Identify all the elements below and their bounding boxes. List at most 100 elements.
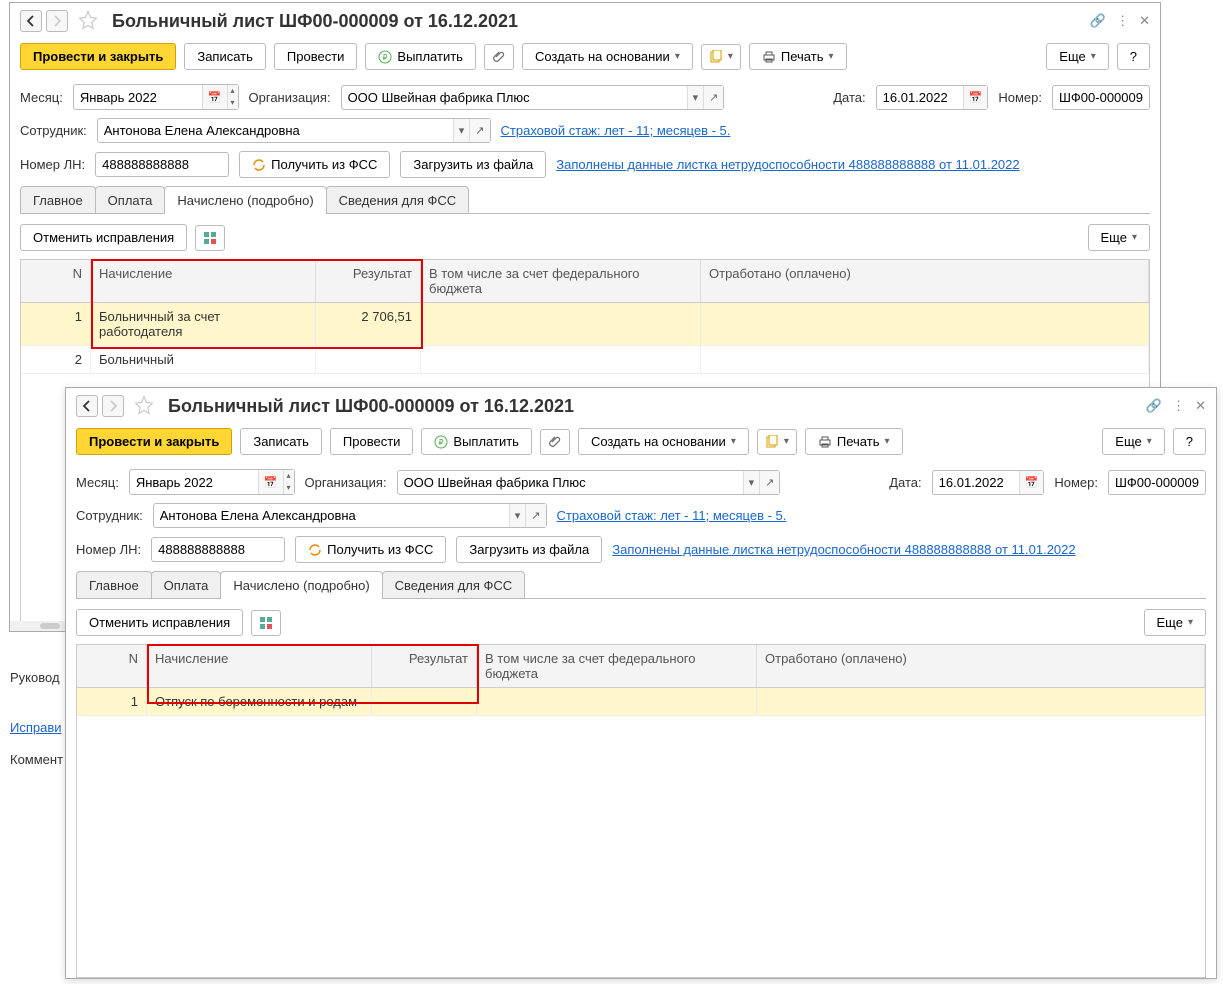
grid-settings-button[interactable] (251, 610, 281, 636)
col-federal[interactable]: В том числе за счет федерального бюджета (421, 260, 701, 302)
tab-main[interactable]: Главное (76, 571, 152, 599)
table-row[interactable]: 1 Больничный за счет работодателя 2 706,… (21, 303, 1149, 346)
get-fss-button[interactable]: Получить из ФСС (239, 151, 390, 178)
submit-button[interactable]: Провести (330, 428, 414, 455)
back-button[interactable] (76, 395, 98, 417)
employee-label: Сотрудник: (20, 123, 87, 138)
create-based-button[interactable]: Создать на основании (578, 428, 749, 455)
col-n[interactable]: N (77, 645, 147, 687)
org-open-button[interactable]: ↗ (703, 86, 723, 109)
tab-payment[interactable]: Оплата (151, 571, 222, 599)
org-input[interactable] (342, 86, 687, 109)
pay-button[interactable]: ₽Выплатить (421, 428, 532, 455)
month-down-button[interactable]: ▾ (227, 97, 238, 109)
save-button[interactable]: Записать (240, 428, 322, 455)
favorite-icon[interactable] (134, 395, 154, 418)
favorite-icon[interactable] (78, 10, 98, 33)
link-icon[interactable]: 🔗 (1090, 13, 1106, 29)
attach-button[interactable] (540, 429, 570, 455)
employee-open-button[interactable]: ↗ (469, 119, 489, 142)
month-input[interactable] (130, 470, 258, 494)
tab-fss[interactable]: Сведения для ФСС (382, 571, 525, 599)
get-fss-button[interactable]: Получить из ФСС (295, 536, 446, 563)
employee-dropdown-button[interactable]: ▾ (509, 504, 526, 527)
month-up-button[interactable]: ▴ (283, 470, 294, 482)
attach-button[interactable] (484, 44, 514, 70)
ln-input[interactable] (96, 153, 228, 176)
more-button[interactable]: Еще (1102, 428, 1164, 455)
grid-more-button[interactable]: Еще (1144, 609, 1206, 636)
date-calendar-button[interactable]: 📅 (963, 86, 988, 109)
help-button[interactable]: ? (1117, 43, 1150, 70)
month-calendar-button[interactable]: 📅 (202, 85, 227, 109)
month-down-button[interactable]: ▾ (283, 482, 294, 494)
employee-input[interactable] (154, 504, 509, 527)
date-input[interactable] (877, 86, 963, 109)
table-row[interactable]: 1 Отпуск по беременности и родам (77, 688, 1205, 716)
doc-action-button[interactable] (757, 429, 797, 455)
create-based-button[interactable]: Создать на основании (522, 43, 693, 70)
col-accrual[interactable]: Начисление (91, 260, 316, 302)
filled-link[interactable]: Заполнены данные листка нетрудоспособнос… (556, 157, 1019, 172)
print-button[interactable]: Печать (749, 43, 847, 70)
org-open-button[interactable]: ↗ (759, 471, 779, 494)
col-federal[interactable]: В том числе за счет федерального бюджета (477, 645, 757, 687)
menu-icon[interactable]: ⋮ (1172, 398, 1185, 414)
employee-dropdown-button[interactable]: ▾ (453, 119, 470, 142)
titlebar: Больничный лист ШФ00-000009 от 16.12.202… (10, 3, 1160, 39)
forward-button[interactable] (102, 395, 124, 417)
date-input[interactable] (933, 471, 1019, 494)
back-button[interactable] (20, 10, 42, 32)
grid-more-button[interactable]: Еще (1088, 224, 1150, 251)
doc-action-button[interactable] (701, 44, 741, 70)
pay-button[interactable]: ₽Выплатить (365, 43, 476, 70)
stazh-link[interactable]: Страховой стаж: лет - 11; месяцев - 5. (557, 508, 787, 523)
org-dropdown-button[interactable]: ▾ (687, 86, 704, 109)
number-input[interactable] (1109, 471, 1205, 494)
tab-payment[interactable]: Оплата (95, 186, 166, 214)
load-file-button[interactable]: Загрузить из файла (400, 151, 546, 178)
more-button[interactable]: Еще (1046, 43, 1108, 70)
col-n[interactable]: N (21, 260, 91, 302)
org-dropdown-button[interactable]: ▾ (743, 471, 760, 494)
filled-link[interactable]: Заполнены данные листка нетрудоспособнос… (612, 542, 1075, 557)
stazh-link[interactable]: Страховой стаж: лет - 11; месяцев - 5. (501, 123, 731, 138)
footer-link-2[interactable]: Исправи (10, 720, 62, 735)
submit-close-button[interactable]: Провести и закрыть (20, 43, 176, 70)
link-icon[interactable]: 🔗 (1146, 398, 1162, 414)
tab-main[interactable]: Главное (20, 186, 96, 214)
cancel-fix-button[interactable]: Отменить исправления (76, 609, 243, 636)
help-button[interactable]: ? (1173, 428, 1206, 455)
employee-open-button[interactable]: ↗ (525, 504, 545, 527)
month-input[interactable] (74, 85, 202, 109)
employee-input-group: ▾ ↗ (153, 503, 547, 528)
col-worked[interactable]: Отработано (оплачено) (757, 645, 1205, 687)
col-accrual[interactable]: Начисление (147, 645, 372, 687)
month-up-button[interactable]: ▴ (227, 85, 238, 97)
forward-button[interactable] (46, 10, 68, 32)
load-file-button[interactable]: Загрузить из файла (456, 536, 602, 563)
print-button[interactable]: Печать (805, 428, 903, 455)
close-icon[interactable]: ✕ (1139, 13, 1150, 29)
ln-input[interactable] (152, 538, 284, 561)
tab-fss[interactable]: Сведения для ФСС (326, 186, 469, 214)
number-input[interactable] (1053, 86, 1149, 109)
tab-accrued[interactable]: Начислено (подробно) (220, 571, 382, 599)
submit-close-button[interactable]: Провести и закрыть (76, 428, 232, 455)
employee-input[interactable] (98, 119, 453, 142)
table-row[interactable]: 2 Больничный (21, 346, 1149, 374)
tab-accrued[interactable]: Начислено (подробно) (164, 186, 326, 214)
grid-settings-button[interactable] (195, 225, 225, 251)
menu-icon[interactable]: ⋮ (1116, 13, 1129, 29)
employee-label: Сотрудник: (76, 508, 143, 523)
org-input[interactable] (398, 471, 743, 494)
month-calendar-button[interactable]: 📅 (258, 470, 283, 494)
col-result[interactable]: Результат (372, 645, 477, 687)
date-calendar-button[interactable]: 📅 (1019, 471, 1044, 494)
col-worked[interactable]: Отработано (оплачено) (701, 260, 1149, 302)
save-button[interactable]: Записать (184, 43, 266, 70)
cancel-fix-button[interactable]: Отменить исправления (20, 224, 187, 251)
col-result[interactable]: Результат (316, 260, 421, 302)
submit-button[interactable]: Провести (274, 43, 358, 70)
close-icon[interactable]: ✕ (1195, 398, 1206, 414)
